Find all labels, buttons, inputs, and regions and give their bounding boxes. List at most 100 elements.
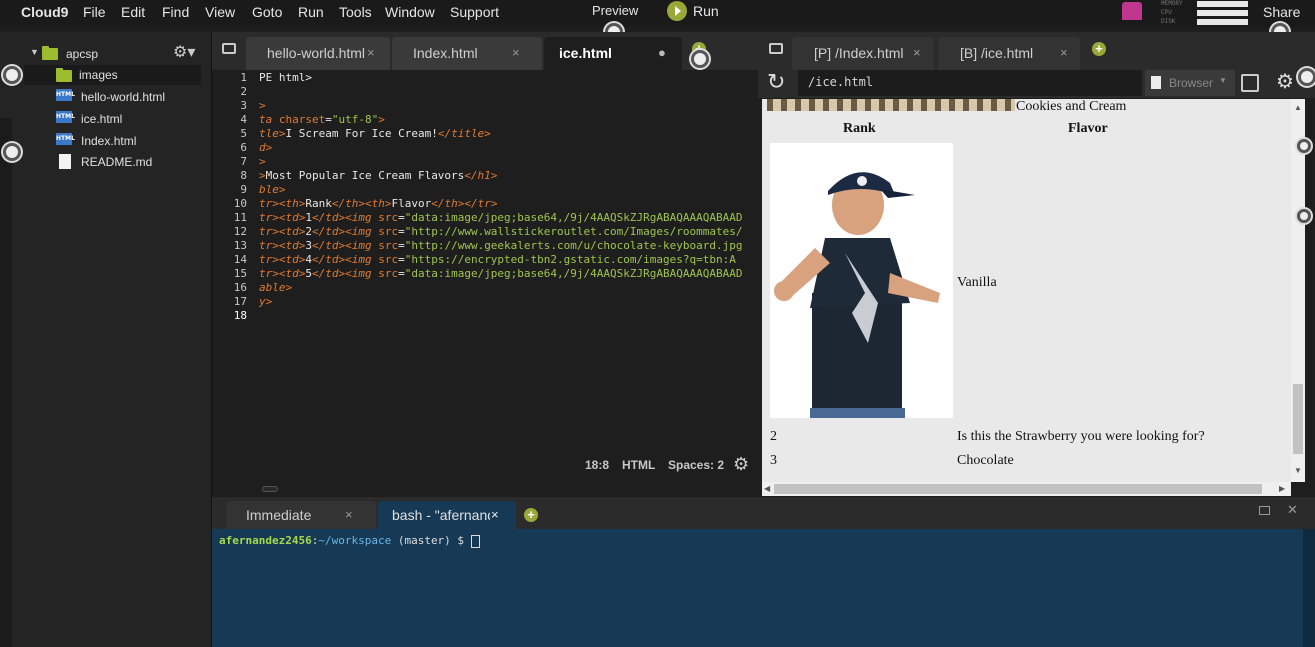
- menu-bar: Cloud9 File Edit Find View Goto Run Tool…: [0, 0, 1315, 27]
- close-panel-icon[interactable]: ✕: [1287, 502, 1298, 518]
- scroll-down-arrow-icon[interactable]: ▼: [1294, 466, 1302, 475]
- close-icon[interactable]: ×: [345, 507, 353, 522]
- row-1-flavor: Vanilla: [957, 275, 997, 290]
- tree-item-index[interactable]: HTML Index.html: [56, 131, 206, 151]
- preview-button[interactable]: Preview: [592, 3, 638, 18]
- row-2-flavor: Is this the Strawberry you were looking …: [957, 429, 1205, 444]
- menu-goto[interactable]: Goto: [252, 4, 282, 20]
- tree-item-hello-world[interactable]: HTML hello-world.html: [56, 87, 206, 107]
- code-token: src: [378, 267, 399, 280]
- unsaved-dot-icon[interactable]: ●: [658, 45, 666, 60]
- tree-item-label: Index.html: [81, 134, 137, 148]
- menu-view[interactable]: View: [205, 4, 235, 20]
- close-icon[interactable]: ×: [1060, 45, 1068, 60]
- code-token: y>: [259, 295, 273, 308]
- code-token: PE html>: [259, 71, 312, 84]
- refresh-icon[interactable]: ↻: [767, 71, 785, 93]
- tab-label: ice.html: [559, 45, 612, 61]
- maximize-icon[interactable]: [1259, 506, 1270, 515]
- menu-run[interactable]: Run: [298, 4, 324, 20]
- scroll-left-arrow-icon[interactable]: ◀: [764, 484, 770, 493]
- indent-setting[interactable]: Spaces: 2: [668, 458, 724, 472]
- code-token: "https://encrypted-tbn2.gstatic.com/imag…: [404, 253, 736, 266]
- menu-tools[interactable]: Tools: [339, 4, 372, 20]
- disk-label: DISK: [1161, 18, 1176, 25]
- popout-icon[interactable]: [1241, 74, 1259, 92]
- menu-window[interactable]: Window: [385, 4, 435, 20]
- tab-menu-icon[interactable]: [222, 43, 236, 54]
- editor-settings-gear-icon[interactable]: ⚙: [733, 455, 749, 473]
- cookies-cream-image: [767, 99, 1015, 111]
- tab-index[interactable]: Index.html ×: [392, 37, 542, 70]
- close-icon[interactable]: ×: [512, 45, 520, 60]
- tab-label: bash - "afernande: [392, 507, 490, 523]
- resource-meters[interactable]: MEMORY CPU DISK: [1161, 0, 1251, 27]
- preview-settings-gear-icon[interactable]: ⚙: [1276, 72, 1294, 92]
- terminal-scrollbar[interactable]: [1303, 529, 1315, 647]
- line-number: 17: [233, 295, 247, 308]
- language-mode[interactable]: HTML: [622, 458, 655, 472]
- close-icon[interactable]: ×: [367, 45, 375, 60]
- scroll-up-arrow-icon[interactable]: ▲: [1294, 103, 1302, 112]
- code-token: tr><th>: [259, 197, 306, 210]
- flavor-header: Flavor: [1068, 121, 1108, 136]
- code-token: =: [398, 239, 405, 252]
- tab-preview-index[interactable]: [P] /Index.html ×: [792, 37, 934, 70]
- preview-page[interactable]: Cookies and Cream Rank Flavor Vanilla 2 …: [762, 99, 1292, 482]
- close-icon[interactable]: ×: [913, 45, 921, 60]
- code-line: PE html>: [259, 71, 312, 84]
- tab-hello-world[interactable]: hello-world.html ×: [246, 37, 390, 70]
- horizontal-scrollbar[interactable]: [262, 486, 278, 492]
- tree-item-ice[interactable]: HTML ice.html: [56, 109, 206, 129]
- line-number: 8: [240, 169, 247, 182]
- menu-support[interactable]: Support: [450, 4, 499, 20]
- code-line: tr><td>2</td><img src="http://www.wallst…: [259, 225, 742, 238]
- code-token: =: [398, 253, 405, 266]
- scroll-thumb[interactable]: [774, 484, 1262, 494]
- menu-file[interactable]: File: [83, 4, 106, 20]
- tree-root-label: apcsp: [66, 47, 99, 61]
- cursor-position[interactable]: 18:8: [585, 458, 609, 472]
- tree-item-readme[interactable]: README.md: [56, 152, 206, 172]
- tab-menu-icon[interactable]: [769, 43, 783, 54]
- preview-vertical-scrollbar[interactable]: ▲ ▼: [1291, 99, 1305, 482]
- code-token: </th><th>: [331, 197, 392, 210]
- code-line: tr><td>5</td><img src="data:image/jpeg;b…: [259, 267, 742, 280]
- preview-url-input[interactable]: /ice.html: [798, 70, 1142, 96]
- close-icon[interactable]: ×: [491, 507, 499, 522]
- code-token: Rank: [305, 197, 332, 210]
- code-line: tr><td>1</td><img src="data:image/jpeg;b…: [259, 211, 742, 224]
- terminal[interactable]: afernandez2456:~/workspace (master) $: [212, 529, 1303, 647]
- tree-root-apcsp[interactable]: ▼ apcsp: [30, 44, 152, 64]
- row-3-flavor: Chocolate: [957, 453, 1014, 468]
- menu-edit[interactable]: Edit: [121, 4, 145, 20]
- touch-indicator-icon: [1297, 209, 1311, 223]
- preview-horizontal-scrollbar[interactable]: ◀ ▶: [762, 482, 1291, 496]
- memory-label: MEMORY: [1161, 0, 1183, 7]
- play-icon: [667, 1, 687, 21]
- share-button[interactable]: Share: [1263, 4, 1300, 20]
- menu-find[interactable]: Find: [162, 4, 189, 20]
- new-terminal-plus-icon[interactable]: +: [524, 508, 538, 522]
- new-tab-plus-icon[interactable]: +: [1092, 42, 1106, 56]
- touch-indicator-icon: [1297, 139, 1311, 153]
- code-token: d>: [259, 141, 273, 154]
- scroll-right-arrow-icon[interactable]: ▶: [1279, 484, 1285, 493]
- tree-item-images[interactable]: images: [24, 65, 201, 85]
- user-avatar-icon[interactable]: [1122, 2, 1142, 20]
- code-token: src: [378, 225, 399, 238]
- tab-label: hello-world.html: [267, 45, 366, 61]
- app-brand[interactable]: Cloud9: [21, 4, 68, 20]
- tab-label: [B] /ice.html: [960, 45, 1034, 61]
- line-number: 15: [233, 267, 247, 280]
- tab-ice[interactable]: ice.html ●: [544, 37, 682, 70]
- scroll-thumb[interactable]: [1293, 384, 1303, 454]
- code-editor[interactable]: PE html> > ta charset="utf-8"> tle>I Scream…: [259, 70, 758, 496]
- code-line: able>: [259, 281, 292, 294]
- tab-immediate[interactable]: Immediate ×: [226, 501, 376, 529]
- code-token: </title>: [437, 127, 491, 140]
- tab-browser-ice[interactable]: [B] /ice.html ×: [938, 37, 1080, 70]
- tab-bash[interactable]: bash - "afernande ×: [378, 501, 516, 529]
- browser-dropdown[interactable]: Browser ▼: [1145, 70, 1235, 96]
- tree-settings-gear-icon[interactable]: ⚙▾: [173, 44, 195, 62]
